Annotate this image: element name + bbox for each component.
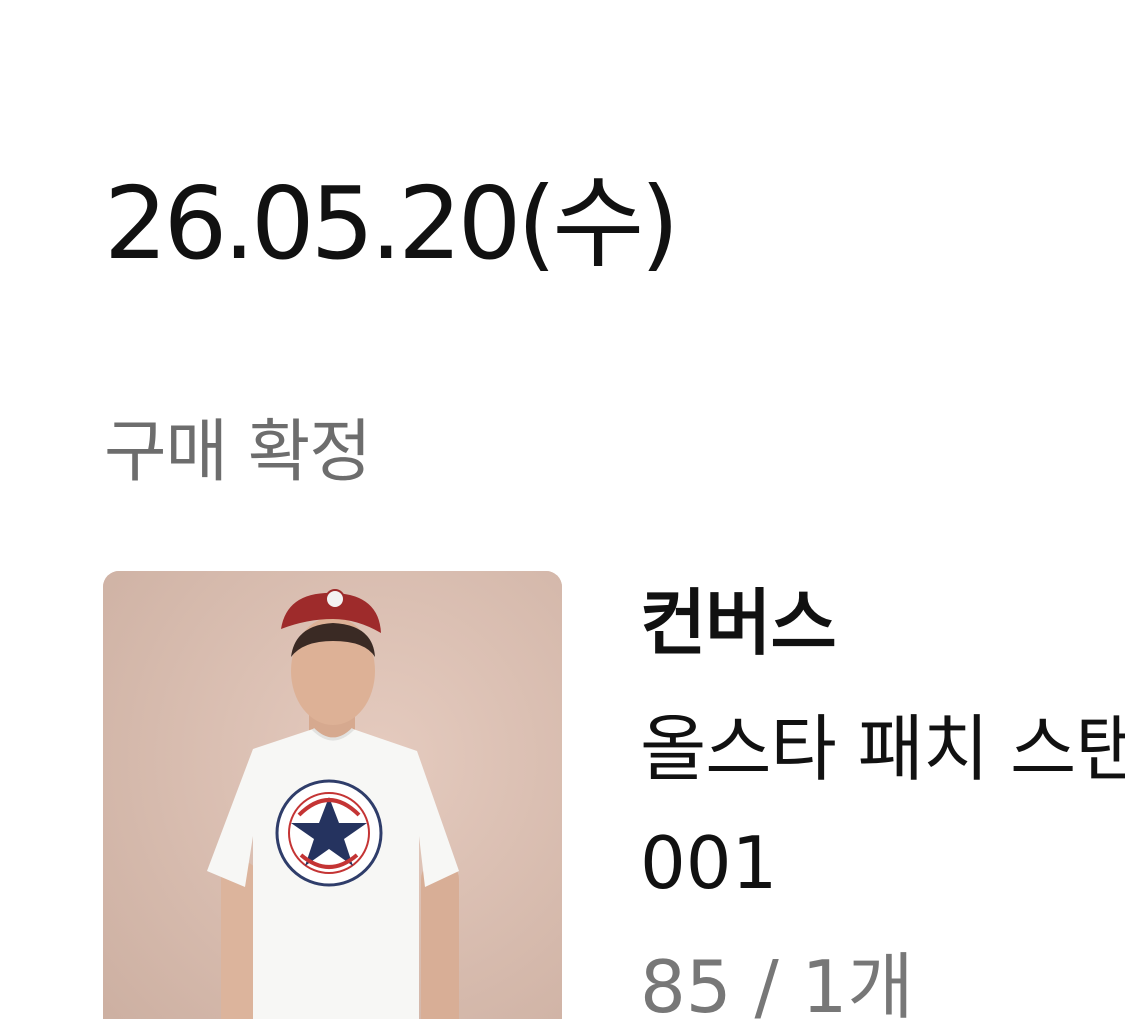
product-photo	[103, 571, 562, 1019]
order-date: 26.05.20(수)	[104, 165, 679, 282]
product-thumbnail[interactable]	[103, 571, 562, 1019]
order-status: 구매 확정	[104, 413, 372, 492]
brand-name[interactable]: 컨버스	[640, 580, 837, 666]
product-option: 85 / 1개	[640, 945, 914, 1019]
order-history-screen: 26.05.20(수) 구매 확정 컨버스 올스타 패치 스탠 001 85 /…	[0, 0, 1125, 1019]
product-name[interactable]: 올스타 패치 스탠다드 핏 반팔 티셔츠	[640, 706, 1125, 792]
product-code: 001	[640, 821, 778, 905]
